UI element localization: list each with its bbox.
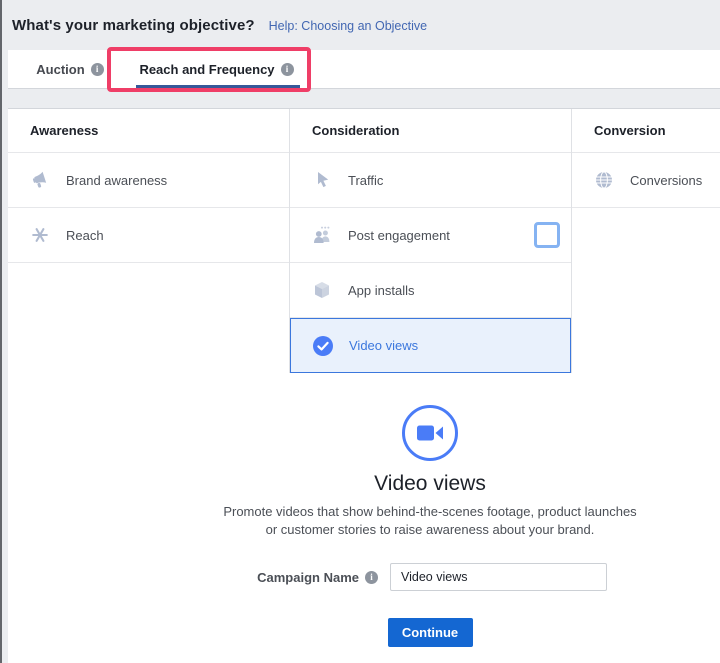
post-engagement-checkbox[interactable] [534,222,560,248]
column-header-conversion: Conversion [572,109,720,153]
column-header-awareness: Awareness [8,109,289,153]
objective-conversions[interactable]: Conversions [572,153,720,208]
description-line-2: or customer stories to raise awareness a… [265,521,595,537]
objective-video-views[interactable]: Video views [290,318,571,373]
objective-detail-panel: Video views Promote videos that show beh… [140,372,720,647]
marketing-objective-screen: What's your marketing objective? Help: C… [0,0,720,663]
reach-icon [32,228,48,242]
globe-icon [596,171,612,189]
objective-label: Brand awareness [66,172,168,188]
objective-label: Video views [349,338,419,353]
campaign-name-input[interactable] [390,563,607,591]
objective-reach[interactable]: Reach [8,208,289,263]
campaign-name-label-text: Campaign Name [257,569,359,585]
campaign-name-label: Campaign Name i [140,570,378,585]
objective-post-engagement[interactable]: Post engagement [290,208,571,263]
cube-icon [315,282,329,298]
info-icon[interactable]: i [280,63,294,76]
video-camera-icon [402,405,458,461]
page-title: What's your marketing objective? [12,16,255,34]
description-line-1: Promote videos that show behind-the-scen… [223,504,637,519]
objective-label: Post engagement [348,227,450,243]
objective-label: Reach [66,227,104,243]
buying-type-tabbar: Auction i Reach and Frequency i [8,50,720,89]
spacer [8,89,720,108]
people-icon [314,226,330,243]
check-circle-icon [313,335,333,356]
tab-reach-and-frequency[interactable]: Reach and Frequency i [125,50,308,89]
objective-brand-awareness[interactable]: Brand awareness [8,153,289,208]
window-left-gutter [0,0,8,663]
objective-traffic[interactable]: Traffic [290,153,571,208]
megaphone-icon [32,171,47,188]
column-header-consideration: Consideration [290,109,571,153]
objective-label: App installs [348,282,415,298]
objective-label: Traffic [348,172,384,188]
info-icon[interactable]: i [365,570,378,584]
header-bar: What's your marketing objective? Help: C… [8,0,720,50]
continue-button[interactable]: Continue [387,618,473,647]
info-icon[interactable]: i [90,63,104,76]
column-conversion: Conversion Conversions [572,109,720,373]
tab-auction-label: Auction [36,62,85,77]
help-link[interactable]: Help: Choosing an Objective [269,19,427,33]
tab-reach-and-frequency-label: Reach and Frequency [139,62,275,77]
cursor-icon [318,172,329,188]
column-awareness: Awareness Brand awareness Reach [8,109,290,373]
detail-title: Video views [374,472,486,495]
objective-app-installs[interactable]: App installs [290,263,571,318]
column-consideration: Consideration Traffic Post engagement Ap… [290,109,572,373]
detail-description: Promote videos that show behind-the-scen… [140,503,720,538]
campaign-name-row: Campaign Name i [140,563,720,591]
objective-table: Awareness Brand awareness Reach Consider… [8,108,720,373]
objective-label: Conversions [630,172,703,188]
tab-auction[interactable]: Auction i [25,50,115,89]
